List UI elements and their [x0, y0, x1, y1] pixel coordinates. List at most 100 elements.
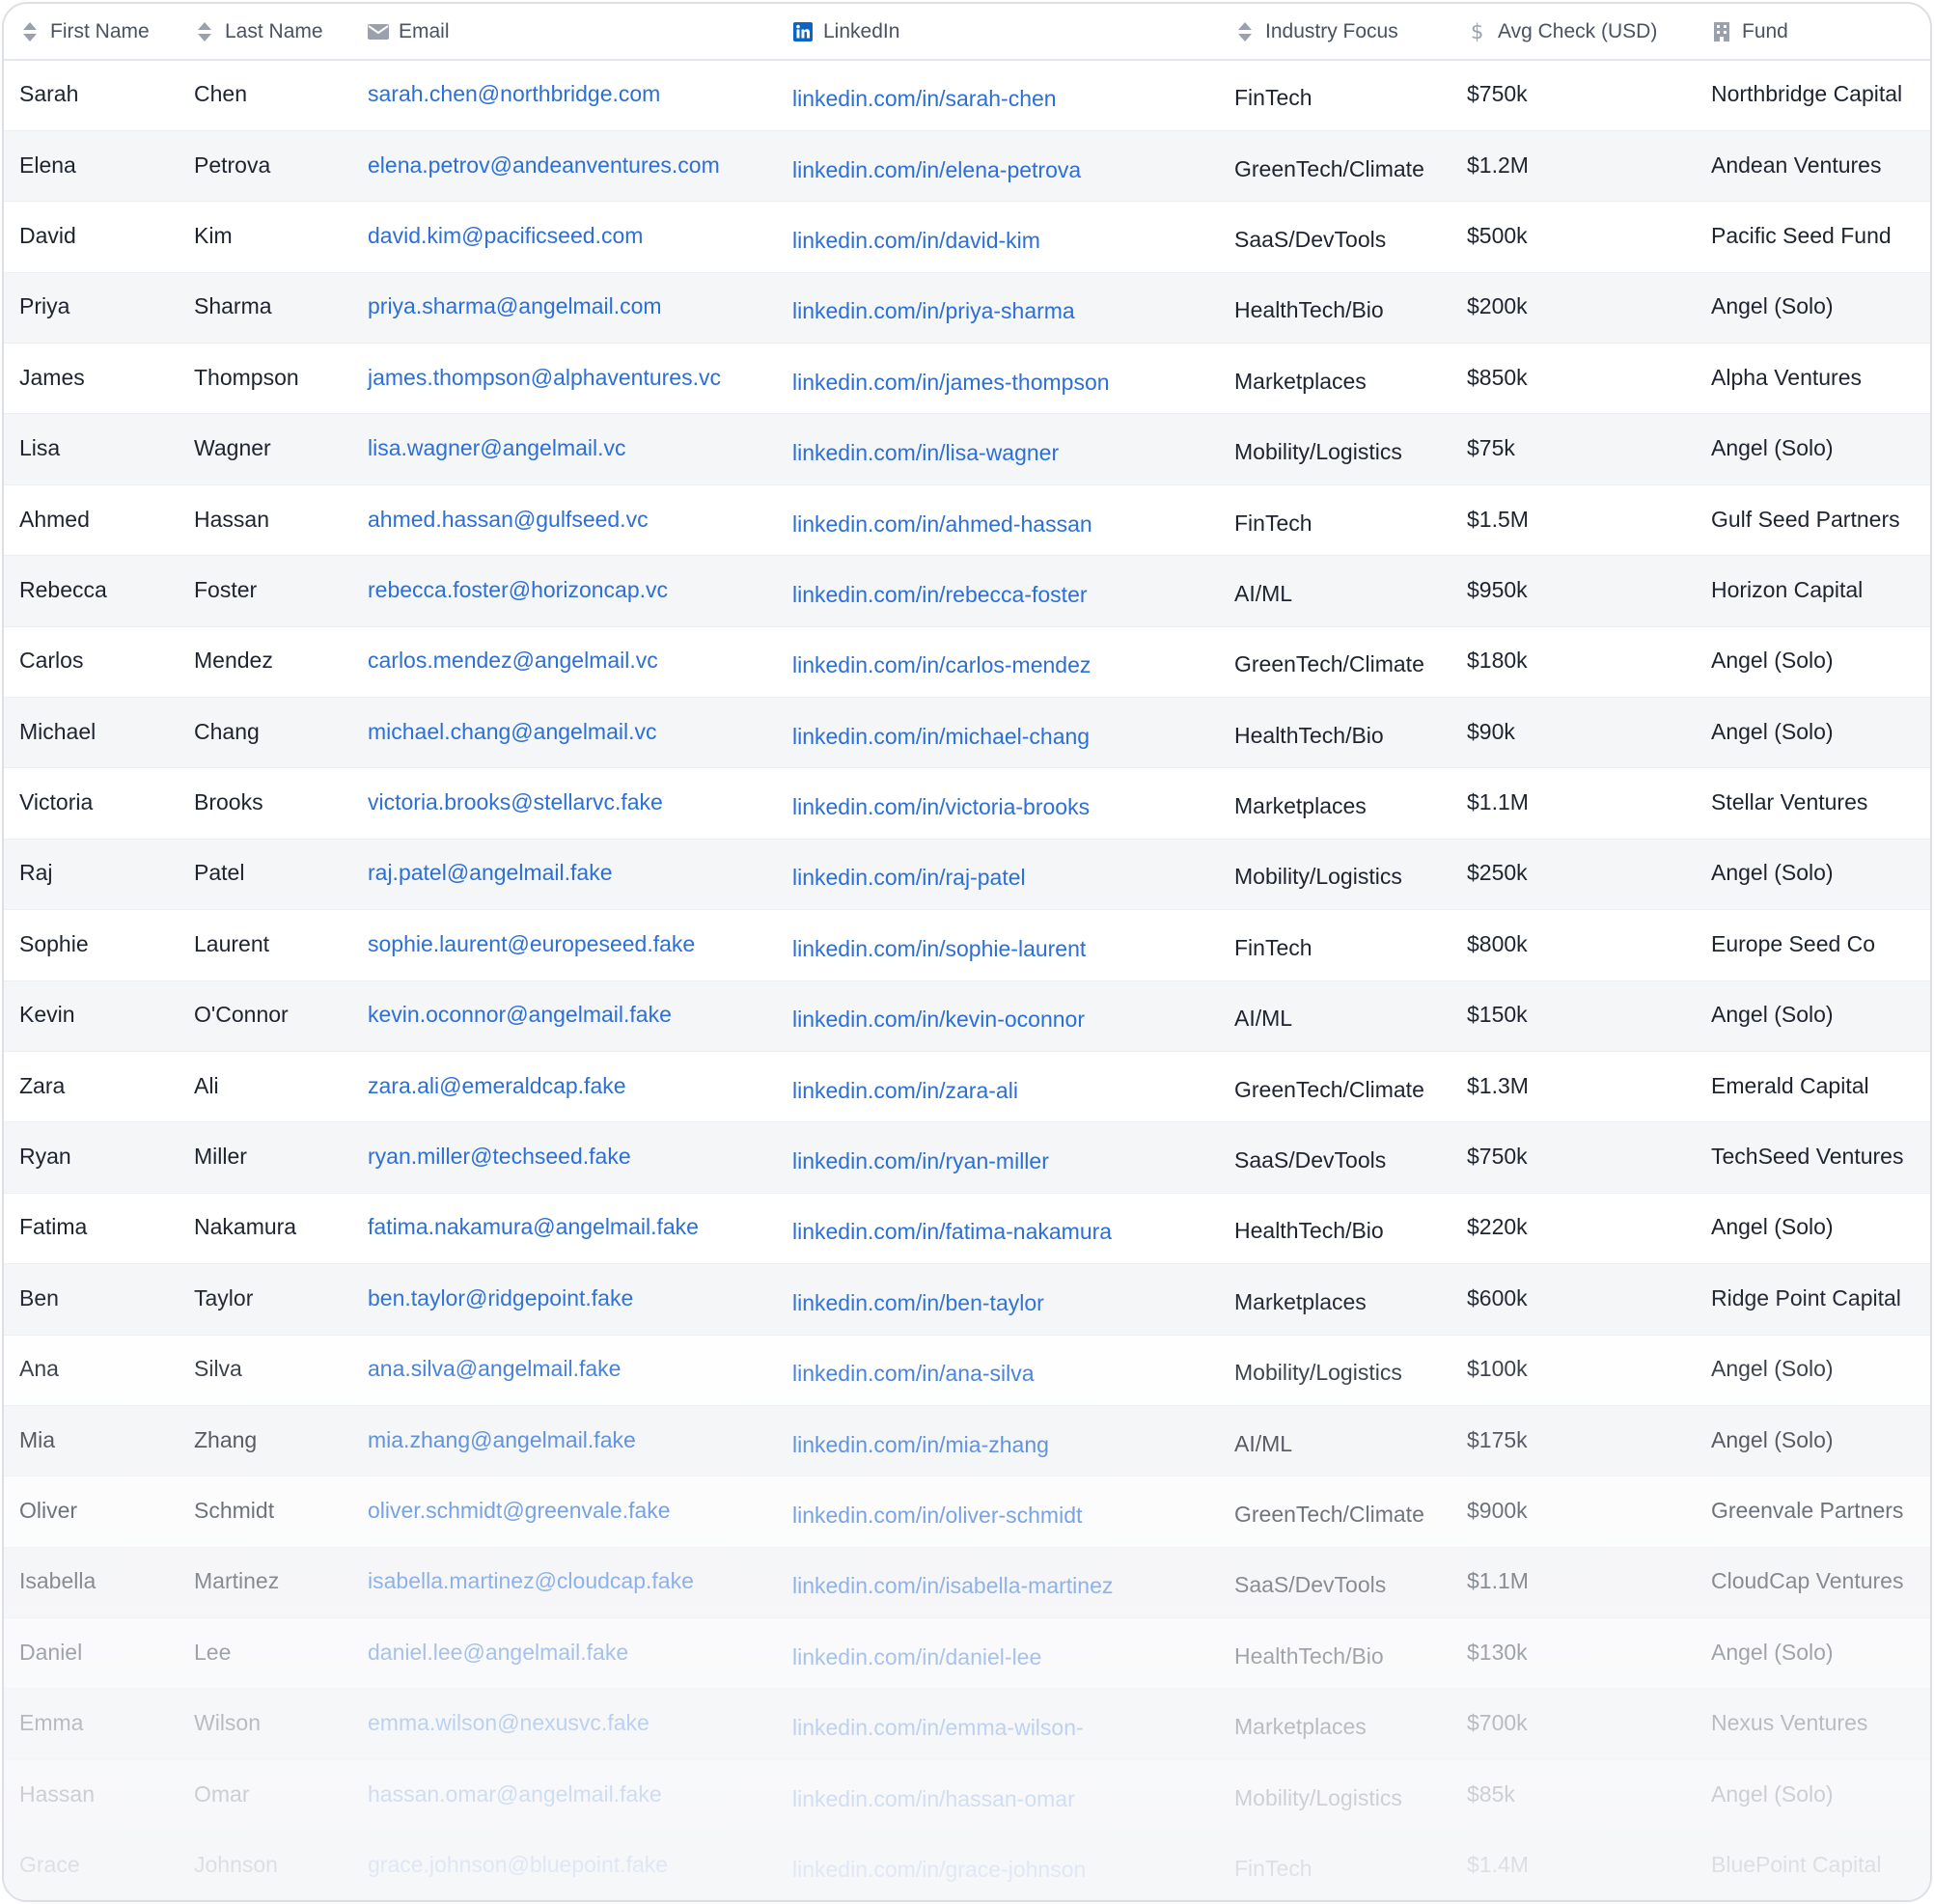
cell-email-link[interactable]: priya.sharma@angelmail.com	[352, 272, 777, 345]
table-row[interactable]: Grace Johnson grace.johnson@bluepoint.fake…	[4, 1830, 1930, 1900]
cell-email-link[interactable]: victoria.brooks@stellarvc.fake	[352, 767, 777, 840]
cell-linkedin-link[interactable]: linkedin.com/in/ahmed-hassan	[777, 484, 1219, 557]
cell-linkedin-link-text[interactable]: linkedin.com/in/ana-silva	[792, 1361, 1035, 1386]
table-row[interactable]: Isabella Martinez isabella.martinez@cloudc…	[4, 1547, 1930, 1619]
cell-linkedin-link-text[interactable]: linkedin.com/in/elena-petrova	[792, 157, 1081, 182]
table-row[interactable]: Ben Taylor ben.taylor@ridgepoint.fake linke…	[4, 1263, 1930, 1336]
cell-email-link[interactable]: grace.johnson@bluepoint.fake	[352, 1830, 777, 1900]
cell-email-link[interactable]: james.thompson@alphaventures.vc	[352, 343, 777, 415]
cell-linkedin-link-text[interactable]: linkedin.com/in/mia-zhang	[792, 1432, 1049, 1457]
cell-linkedin-link[interactable]: linkedin.com/in/elena-petrova	[777, 130, 1219, 203]
cell-linkedin-link[interactable]: linkedin.com/in/rebecca-foster	[777, 555, 1219, 627]
column-header-avg-check[interactable]: $ Avg Check (USD)	[1451, 4, 1696, 61]
column-header-last-name[interactable]: Last Name	[179, 4, 352, 61]
cell-linkedin-link[interactable]: linkedin.com/in/isabella-martinez	[777, 1547, 1219, 1619]
cell-email-link[interactable]: sophie.laurent@europeseed.fake	[352, 909, 777, 981]
cell-linkedin-link-text[interactable]: linkedin.com/in/sophie-laurent	[792, 936, 1086, 961]
column-header-email[interactable]: Email	[352, 4, 777, 61]
sort-icon[interactable]	[194, 21, 215, 42]
cell-linkedin-link[interactable]: linkedin.com/in/grace-johnson	[777, 1830, 1219, 1900]
cell-email-link-text[interactable]: priya.sharma@angelmail.com	[368, 293, 662, 318]
cell-email-link[interactable]: ahmed.hassan@gulfseed.vc	[352, 484, 777, 557]
cell-email-link[interactable]: lisa.wagner@angelmail.vc	[352, 413, 777, 485]
cell-email-link[interactable]: elena.petrov@andeanventures.com	[352, 130, 777, 203]
table-row[interactable]: Sophie Laurent sophie.laurent@europeseed.f…	[4, 909, 1930, 981]
cell-linkedin-link[interactable]: linkedin.com/in/raj-patel	[777, 839, 1219, 911]
cell-linkedin-link[interactable]: linkedin.com/in/carlos-mendez	[777, 626, 1219, 699]
cell-email-link[interactable]: ryan.miller@techseed.fake	[352, 1121, 777, 1194]
cell-linkedin-link-text[interactable]: linkedin.com/in/hassan-omar	[792, 1786, 1075, 1811]
cell-email-link-text[interactable]: michael.chang@angelmail.vc	[368, 719, 657, 744]
cell-email-link-text[interactable]: ahmed.hassan@gulfseed.vc	[368, 507, 649, 532]
table-row[interactable]: Lisa Wagner lisa.wagner@angelmail.vc linked…	[4, 413, 1930, 485]
cell-linkedin-link[interactable]: linkedin.com/in/victoria-brooks	[777, 767, 1219, 840]
sort-icon[interactable]	[19, 21, 41, 42]
cell-linkedin-link[interactable]: linkedin.com/in/oliver-schmidt	[777, 1476, 1219, 1548]
cell-email-link-text[interactable]: elena.petrov@andeanventures.com	[368, 152, 720, 178]
cell-email-link-text[interactable]: mia.zhang@angelmail.fake	[368, 1427, 636, 1452]
table-row[interactable]: Daniel Lee daniel.lee@angelmail.fake linked…	[4, 1617, 1930, 1690]
cell-linkedin-link[interactable]: linkedin.com/in/daniel-lee	[777, 1617, 1219, 1690]
cell-linkedin-link-text[interactable]: linkedin.com/in/sarah-chen	[792, 86, 1057, 111]
cell-email-link[interactable]: zara.ali@emeraldcap.fake	[352, 1051, 777, 1123]
table-row[interactable]: David Kim david.kim@pacificseed.com linkedi…	[4, 201, 1930, 273]
cell-email-link[interactable]: rebecca.foster@horizoncap.vc	[352, 555, 777, 627]
cell-linkedin-link-text[interactable]: linkedin.com/in/fatima-nakamura	[792, 1219, 1112, 1244]
table-row[interactable]: James Thompson james.thompson@alphaventure…	[4, 343, 1930, 415]
cell-email-link-text[interactable]: raj.patel@angelmail.fake	[368, 860, 612, 885]
cell-linkedin-link-text[interactable]: linkedin.com/in/ben-taylor	[792, 1290, 1044, 1315]
table-row[interactable]: Priya Sharma priya.sharma@angelmail.com lin…	[4, 272, 1930, 345]
cell-linkedin-link-text[interactable]: linkedin.com/in/daniel-lee	[792, 1644, 1041, 1669]
table-row[interactable]: Emma Wilson emma.wilson@nexusvc.fake linked…	[4, 1688, 1930, 1760]
cell-email-link[interactable]: michael.chang@angelmail.vc	[352, 697, 777, 769]
cell-email-link-text[interactable]: ana.silva@angelmail.fake	[368, 1356, 621, 1381]
cell-email-link-text[interactable]: oliver.schmidt@greenvale.fake	[368, 1498, 671, 1523]
cell-linkedin-link[interactable]: linkedin.com/in/david-kim	[777, 201, 1219, 273]
cell-linkedin-link[interactable]: linkedin.com/in/sarah-chen	[777, 60, 1219, 131]
cell-linkedin-link[interactable]: linkedin.com/in/zara-ali	[777, 1051, 1219, 1123]
cell-email-link-text[interactable]: james.thompson@alphaventures.vc	[368, 365, 721, 390]
cell-linkedin-link[interactable]: linkedin.com/in/hassan-omar	[777, 1759, 1219, 1832]
table-row[interactable]: Zara Ali zara.ali@emeraldcap.fake linkedin.…	[4, 1051, 1930, 1123]
cell-linkedin-link-text[interactable]: linkedin.com/in/ahmed-hassan	[792, 511, 1092, 537]
cell-linkedin-link[interactable]: linkedin.com/in/fatima-nakamura	[777, 1193, 1219, 1265]
cell-email-link[interactable]: kevin.oconnor@angelmail.fake	[352, 980, 777, 1052]
cell-linkedin-link-text[interactable]: linkedin.com/in/victoria-brooks	[792, 794, 1090, 819]
cell-email-link[interactable]: raj.patel@angelmail.fake	[352, 839, 777, 911]
table-row[interactable]: Fatima Nakamura fatima.nakamura@angelmail.…	[4, 1193, 1930, 1265]
cell-email-link[interactable]: emma.wilson@nexusvc.fake	[352, 1688, 777, 1760]
table-row[interactable]: Rebecca Foster rebecca.foster@horizoncap.v…	[4, 555, 1930, 627]
cell-email-link-text[interactable]: hassan.omar@angelmail.fake	[368, 1781, 662, 1807]
column-header-first-name[interactable]: First Name	[4, 4, 179, 61]
cell-linkedin-link-text[interactable]: linkedin.com/in/grace-johnson	[792, 1857, 1086, 1882]
cell-email-link-text[interactable]: sarah.chen@northbridge.com	[368, 81, 660, 106]
cell-linkedin-link-text[interactable]: linkedin.com/in/oliver-schmidt	[792, 1503, 1082, 1528]
table-row[interactable]: Mia Zhang mia.zhang@angelmail.fake linkedin…	[4, 1405, 1930, 1477]
cell-linkedin-link-text[interactable]: linkedin.com/in/lisa-wagner	[792, 440, 1059, 465]
table-row[interactable]: Carlos Mendez carlos.mendez@angelmail.vc li…	[4, 626, 1930, 699]
table-row[interactable]: Ryan Miller ryan.miller@techseed.fake linke…	[4, 1121, 1930, 1194]
table-row[interactable]: Elena Petrova elena.petrov@andeanventures.…	[4, 130, 1930, 203]
cell-email-link-text[interactable]: lisa.wagner@angelmail.vc	[368, 435, 626, 460]
column-header-industry[interactable]: Industry Focus	[1219, 4, 1451, 61]
cell-linkedin-link[interactable]: linkedin.com/in/emma-wilson-	[777, 1688, 1219, 1760]
cell-linkedin-link[interactable]: linkedin.com/in/kevin-oconnor	[777, 980, 1219, 1052]
cell-email-link-text[interactable]: carlos.mendez@angelmail.vc	[368, 648, 658, 673]
cell-linkedin-link[interactable]: linkedin.com/in/james-thompson	[777, 343, 1219, 415]
cell-linkedin-link-text[interactable]: linkedin.com/in/carlos-mendez	[792, 652, 1091, 677]
cell-email-link[interactable]: hassan.omar@angelmail.fake	[352, 1759, 777, 1832]
column-header-linkedin[interactable]: LinkedIn	[777, 4, 1219, 61]
cell-email-link[interactable]: david.kim@pacificseed.com	[352, 201, 777, 273]
table-row[interactable]: Ana Silva ana.silva@angelmail.fake linkedin…	[4, 1335, 1930, 1406]
cell-linkedin-link-text[interactable]: linkedin.com/in/ryan-miller	[792, 1148, 1049, 1173]
table-row[interactable]: Sarah Chen sarah.chen@northbridge.com linke…	[4, 60, 1930, 131]
cell-linkedin-link-text[interactable]: linkedin.com/in/priya-sharma	[792, 298, 1075, 323]
table-row[interactable]: Ahmed Hassan ahmed.hassan@gulfseed.vc linke…	[4, 484, 1930, 557]
cell-linkedin-link-text[interactable]: linkedin.com/in/david-kim	[792, 228, 1040, 253]
cell-email-link-text[interactable]: rebecca.foster@horizoncap.vc	[368, 577, 668, 602]
cell-linkedin-link-text[interactable]: linkedin.com/in/raj-patel	[792, 865, 1026, 890]
cell-email-link-text[interactable]: daniel.lee@angelmail.fake	[368, 1640, 628, 1665]
table-row[interactable]: Oliver Schmidt oliver.schmidt@greenvale.fa…	[4, 1476, 1930, 1548]
cell-linkedin-link-text[interactable]: linkedin.com/in/rebecca-foster	[792, 582, 1088, 607]
cell-email-link[interactable]: ana.silva@angelmail.fake	[352, 1335, 777, 1406]
